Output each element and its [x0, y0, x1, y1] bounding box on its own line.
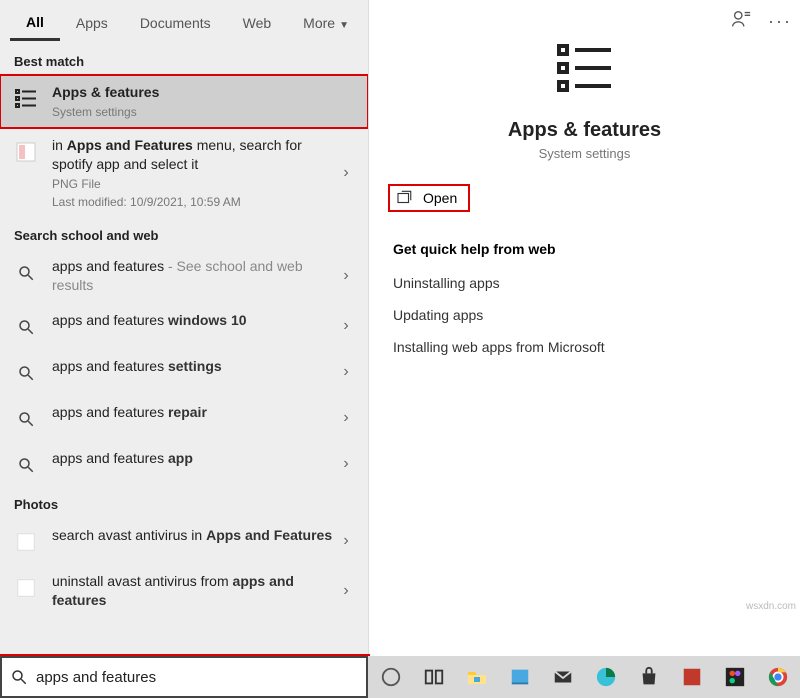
result-subtitle: System settings — [52, 104, 358, 120]
tab-documents[interactable]: Documents — [124, 5, 227, 39]
section-photos: Photos — [0, 487, 368, 518]
search-icon — [12, 405, 40, 433]
search-tabs: All Apps Documents Web More▼ — [0, 0, 368, 44]
chevron-right-icon[interactable]: › — [334, 317, 358, 335]
taskbar-settings-icon[interactable] — [507, 664, 532, 690]
section-best-match: Best match — [0, 44, 368, 75]
taskbar-chrome-icon[interactable] — [765, 664, 790, 690]
result-file-modified: Last modified: 10/9/2021, 10:59 AM — [52, 194, 334, 210]
chevron-right-icon[interactable]: › — [334, 363, 358, 381]
taskbar-mail-icon[interactable] — [550, 664, 575, 690]
image-file-icon — [12, 574, 40, 602]
chevron-right-icon[interactable]: › — [334, 532, 358, 550]
web-result-0[interactable]: apps and features - See school and web r… — [0, 249, 368, 303]
quick-link-uninstall[interactable]: Uninstalling apps — [369, 267, 800, 299]
search-icon — [12, 359, 40, 387]
web-result-1[interactable]: apps and features windows 10 › — [0, 303, 368, 349]
taskbar-edge-icon[interactable] — [593, 664, 618, 690]
preview-subtitle: System settings — [389, 146, 780, 161]
section-search-web: Search school and web — [0, 218, 368, 249]
tab-apps[interactable]: Apps — [60, 5, 124, 39]
search-icon — [12, 259, 40, 287]
taskbar — [368, 656, 800, 698]
quick-help-header: Get quick help from web — [369, 219, 800, 267]
tab-more[interactable]: More▼ — [287, 5, 365, 39]
search-icon — [12, 313, 40, 341]
open-button[interactable]: Open — [389, 185, 469, 211]
feedback-icon[interactable] — [730, 8, 752, 35]
chevron-right-icon[interactable]: › — [334, 164, 358, 182]
result-apps-features[interactable]: Apps & features System settings — [0, 75, 368, 128]
web-result-2[interactable]: apps and features settings › — [0, 349, 368, 395]
result-title: Apps & features — [52, 84, 159, 100]
result-file-title: in Apps and Features menu, search for sp… — [52, 136, 334, 174]
taskbar-taskview-icon[interactable] — [421, 664, 446, 690]
photo-result-1[interactable]: uninstall avast antivirus from apps and … — [0, 564, 368, 618]
open-icon — [395, 189, 413, 207]
tab-all[interactable]: All — [10, 4, 60, 41]
search-input[interactable] — [36, 669, 358, 686]
open-label: Open — [423, 190, 457, 206]
watermark: wsxdn.com — [746, 601, 796, 612]
taskbar-explorer-icon[interactable] — [464, 664, 489, 690]
taskbar-cortana-icon[interactable] — [378, 664, 403, 690]
search-box[interactable] — [0, 656, 368, 698]
search-icon — [10, 668, 28, 686]
quick-link-update[interactable]: Updating apps — [369, 299, 800, 331]
web-result-4[interactable]: apps and features app › — [0, 441, 368, 487]
photo-result-0[interactable]: search avast antivirus in Apps and Featu… — [0, 518, 368, 564]
taskbar-app-icon[interactable] — [679, 664, 704, 690]
tab-web[interactable]: Web — [227, 5, 288, 39]
chevron-right-icon[interactable]: › — [334, 409, 358, 427]
chevron-right-icon[interactable]: › — [334, 455, 358, 473]
taskbar-figma-icon[interactable] — [722, 664, 747, 690]
result-png-file[interactable]: in Apps and Features menu, search for sp… — [0, 128, 368, 218]
apps-features-icon — [553, 36, 617, 105]
result-file-type: PNG File — [52, 176, 334, 192]
preview-title: Apps & features — [389, 119, 780, 142]
quick-link-install-web[interactable]: Installing web apps from Microsoft — [369, 331, 800, 363]
more-icon[interactable]: ··· — [768, 11, 792, 32]
image-file-icon — [12, 528, 40, 556]
search-icon — [12, 451, 40, 479]
chevron-right-icon[interactable]: › — [334, 267, 358, 285]
web-result-3[interactable]: apps and features repair › — [0, 395, 368, 441]
settings-list-icon — [12, 85, 40, 113]
chevron-right-icon[interactable]: › — [334, 582, 358, 600]
image-file-icon — [12, 138, 40, 166]
taskbar-store-icon[interactable] — [636, 664, 661, 690]
